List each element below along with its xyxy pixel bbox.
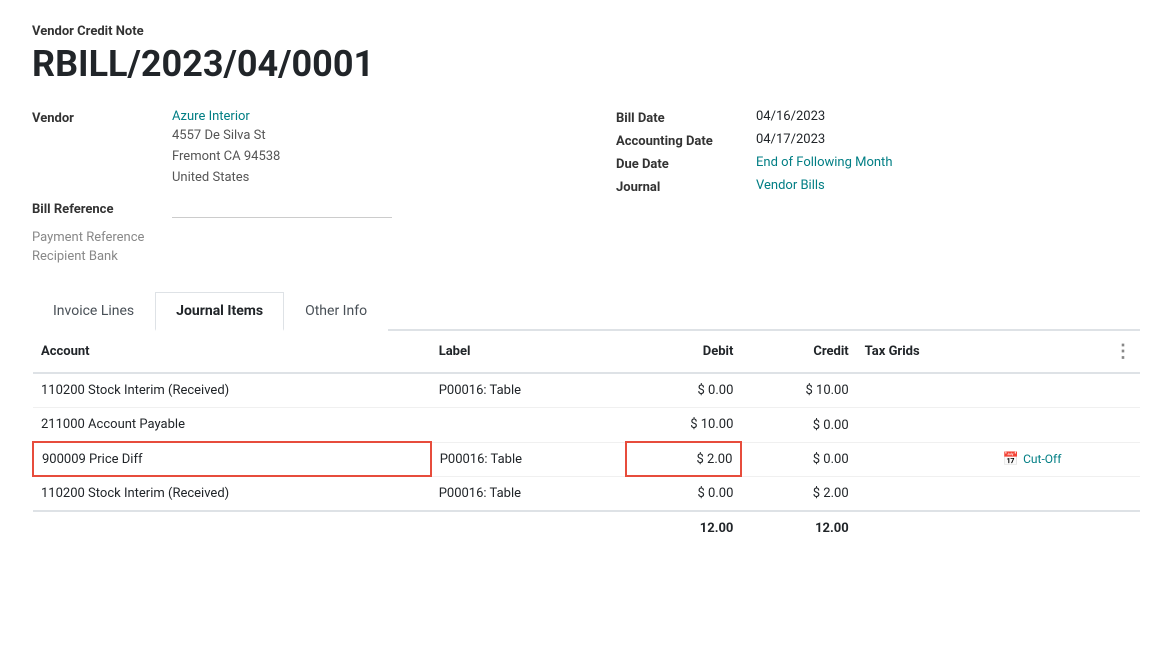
row1-tax-grids bbox=[857, 373, 995, 408]
row1-debit: $ 0.00 bbox=[626, 373, 741, 408]
cutoff-label: Cut-Off bbox=[1023, 452, 1061, 466]
totals-row: 12.00 12.00 bbox=[33, 511, 1140, 545]
row1-label: P00016: Table bbox=[431, 373, 626, 408]
form-right: Bill Date 04/16/2023 Accounting Date 04/… bbox=[616, 109, 1140, 268]
tab-journal-items[interactable]: Journal Items bbox=[155, 292, 284, 331]
vendor-address-line3: United States bbox=[172, 168, 280, 189]
row2-tax-grids bbox=[857, 408, 995, 443]
bill-date-label: Bill Date bbox=[616, 109, 756, 126]
bill-reference-input[interactable] bbox=[172, 200, 392, 218]
row3-cutoff[interactable]: 📅 Cut-Off bbox=[995, 442, 1140, 476]
vendor-address-line2: Fremont CA 94538 bbox=[172, 147, 280, 168]
col-more[interactable]: ⋮ bbox=[995, 331, 1140, 373]
due-date-label: Due Date bbox=[616, 155, 756, 172]
row4-tax-grids bbox=[857, 476, 995, 511]
row2-debit: $ 10.00 bbox=[626, 408, 741, 443]
col-tax-grids: Tax Grids bbox=[857, 331, 995, 373]
row3-credit: $ 0.00 bbox=[741, 442, 856, 476]
recipient-bank-label: Recipient Bank bbox=[32, 249, 192, 264]
vendor-name[interactable]: Azure Interior bbox=[172, 109, 280, 124]
row3-debit: $ 2.00 bbox=[626, 442, 741, 476]
col-debit: Debit bbox=[626, 331, 741, 373]
bill-date-value: 04/16/2023 bbox=[756, 109, 825, 124]
row2-account: 211000 Account Payable bbox=[33, 408, 431, 443]
row2-credit: $ 0.00 bbox=[741, 408, 856, 443]
tabs: Invoice Lines Journal Items Other Info bbox=[32, 292, 1140, 331]
form-left: Vendor Azure Interior 4557 De Silva St F… bbox=[32, 109, 556, 268]
table-row-highlighted: 900009 Price Diff P00016: Table $ 2.00 $… bbox=[33, 442, 1140, 476]
accounting-date-value: 04/17/2023 bbox=[756, 132, 825, 147]
doc-title: RBILL/2023/04/0001 bbox=[32, 43, 1140, 85]
table-row: 211000 Account Payable $ 10.00 $ 0.00 bbox=[33, 408, 1140, 443]
tab-other-info[interactable]: Other Info bbox=[284, 292, 388, 331]
doc-type: Vendor Credit Note bbox=[32, 24, 1140, 39]
total-debit: 12.00 bbox=[626, 511, 741, 545]
row1-credit: $ 10.00 bbox=[741, 373, 856, 408]
journal-items-table: Account Label Debit Credit Tax Grids ⋮ 1… bbox=[32, 331, 1140, 545]
payment-reference-label: Payment Reference bbox=[32, 230, 192, 245]
bill-reference-label: Bill Reference bbox=[32, 200, 172, 217]
total-credit: 12.00 bbox=[741, 511, 856, 545]
row4-account: 110200 Stock Interim (Received) bbox=[33, 476, 431, 511]
col-credit: Credit bbox=[741, 331, 856, 373]
table-row: 110200 Stock Interim (Received) P00016: … bbox=[33, 373, 1140, 408]
journal-value[interactable]: Vendor Bills bbox=[756, 178, 825, 193]
vendor-address-line1: 4557 De Silva St bbox=[172, 126, 280, 147]
row3-account: 900009 Price Diff bbox=[33, 442, 431, 476]
row4-label: P00016: Table bbox=[431, 476, 626, 511]
vendor-label: Vendor bbox=[32, 109, 172, 126]
row2-label bbox=[431, 408, 626, 443]
table-row: 110200 Stock Interim (Received) P00016: … bbox=[33, 476, 1140, 511]
due-date-value[interactable]: End of Following Month bbox=[756, 155, 892, 170]
accounting-date-label: Accounting Date bbox=[616, 132, 756, 149]
row4-debit: $ 0.00 bbox=[626, 476, 741, 511]
row3-tax-grids bbox=[857, 442, 995, 476]
col-label: Label bbox=[431, 331, 626, 373]
row4-credit: $ 2.00 bbox=[741, 476, 856, 511]
cutoff-calendar-icon: 📅 bbox=[1003, 452, 1019, 467]
tab-invoice-lines[interactable]: Invoice Lines bbox=[32, 292, 155, 331]
journal-label: Journal bbox=[616, 178, 756, 195]
row1-account: 110200 Stock Interim (Received) bbox=[33, 373, 431, 408]
row3-label: P00016: Table bbox=[431, 442, 626, 476]
col-account: Account bbox=[33, 331, 431, 373]
